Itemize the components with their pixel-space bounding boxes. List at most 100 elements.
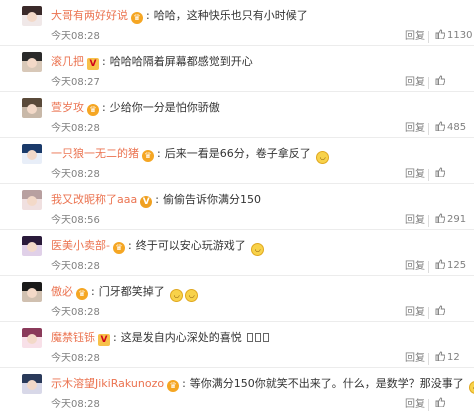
verified-badge-icon: V: [140, 196, 153, 208]
avatar[interactable]: [22, 98, 42, 118]
like-count: 485: [447, 122, 467, 133]
comment-text: 后来一看是66分，卷子拿反了: [164, 147, 311, 160]
comment-text: 哈哈，这种快乐也只有小时候了: [153, 9, 308, 22]
username-link[interactable]: 示木溶望JikiRakunozo: [51, 377, 164, 390]
crown-badge-icon: ♛: [87, 104, 99, 116]
username-link[interactable]: 萱岁攻: [51, 101, 84, 114]
divider: [428, 169, 429, 181]
comment-text: 等你满分150你就笑不出来了。什么，是数学？那没事了: [189, 377, 464, 390]
comment-time: 今天08:28: [51, 399, 100, 410]
reply-button[interactable]: 回复: [405, 399, 425, 411]
crown-badge-icon: ♛: [131, 12, 143, 24]
like-button[interactable]: 291: [435, 213, 466, 225]
like-button[interactable]: 12: [435, 351, 460, 363]
username-link[interactable]: 一只狼一无二的猪: [51, 147, 139, 160]
divider: [428, 261, 429, 273]
reply-button[interactable]: 回复: [405, 307, 425, 319]
reply-button[interactable]: 回复: [405, 77, 425, 89]
avatar[interactable]: [22, 6, 42, 26]
username-link[interactable]: 魔禁钰铄: [51, 331, 95, 344]
thumbs-up-icon: [435, 351, 445, 361]
like-button[interactable]: [435, 167, 447, 179]
comment-item: 魔禁钰铄 V: 这是发自内心深处的喜悦 今天08:28 回复 12: [0, 322, 474, 368]
username-link[interactable]: 大哥有两好好说: [51, 9, 128, 22]
like-count: 12: [447, 352, 460, 363]
avatar[interactable]: [22, 236, 42, 256]
laughing-emoji-icon: ◡: [469, 381, 474, 394]
divider: [428, 123, 429, 135]
thumbs-up-icon: [435, 167, 445, 177]
reply-button[interactable]: 回复: [405, 261, 425, 273]
missing-glyph-icon: [255, 333, 262, 342]
comment-item: 一只狼一无二的猪 ♛: 后来一看是66分，卷子拿反了 ◡ 今天08:28 回复: [0, 138, 474, 184]
comment-item: 大哥有两好好说 ♛: 哈哈，这种快乐也只有小时候了 今天08:28 回复 1130: [0, 0, 474, 46]
like-button[interactable]: 485: [435, 121, 466, 133]
comment-time: 今天08:28: [51, 353, 100, 364]
like-button[interactable]: 125: [435, 259, 466, 271]
like-button[interactable]: [435, 397, 447, 409]
username-link[interactable]: 医美小卖部-: [51, 239, 110, 252]
comment-text: 门牙都笑掉了: [98, 285, 165, 298]
comment-item: 示木溶望JikiRakunozo ♛: 等你满分150你就笑不出来了。什么，是数学？…: [0, 368, 474, 412]
vip-badge-icon: V: [98, 334, 110, 346]
comment-time: 今天08:28: [51, 169, 100, 180]
reply-button[interactable]: 回复: [405, 31, 425, 43]
like-button[interactable]: [435, 75, 447, 87]
missing-glyph-icon: [263, 333, 270, 342]
comment-text: 这是发自内心深处的喜悦: [120, 331, 242, 344]
comment-list: 大哥有两好好说 ♛: 哈哈，这种快乐也只有小时候了 今天08:28 回复 1130 …: [0, 0, 474, 412]
username-link[interactable]: 傲必: [51, 285, 73, 298]
reply-button[interactable]: 回复: [405, 353, 425, 365]
laughing-emoji-icon: ◡: [185, 289, 199, 302]
comment-time: 今天08:28: [51, 261, 100, 272]
crown-badge-icon: ♛: [142, 150, 154, 162]
laughing-emoji-icon: ◡: [251, 243, 265, 256]
avatar[interactable]: [22, 52, 42, 72]
comment-item: 我又改昵称了aaa V: 偷偷告诉你满分150 今天08:56 回复 291: [0, 184, 474, 230]
like-button[interactable]: 1130: [435, 29, 472, 41]
divider: [428, 215, 429, 227]
avatar[interactable]: [22, 282, 42, 302]
comment-time: 今天08:28: [51, 307, 100, 318]
laughing-emoji-icon: ◡: [316, 151, 330, 164]
missing-glyph-icon: [247, 333, 254, 342]
comment-text: 终于可以安心玩游戏了: [135, 239, 246, 252]
reply-button[interactable]: 回复: [405, 169, 425, 181]
username-link[interactable]: 滚几把: [51, 55, 84, 68]
comment-item: 萱岁攻 ♛: 少给你一分是怕你骄傲 今天08:28 回复 485: [0, 92, 474, 138]
thumbs-up-icon: [435, 305, 445, 315]
like-count: 1130: [447, 30, 473, 41]
vip-badge-icon: V: [87, 58, 99, 70]
comment-item: 傲必 ♛: 门牙都笑掉了 ◡ ◡ 今天08:28 回复: [0, 276, 474, 322]
divider: [428, 31, 429, 43]
reply-button[interactable]: 回复: [405, 215, 425, 227]
comment-item: 滚几把 V: 哈哈哈隔着屏幕都感觉到开心 今天08:27 回复: [0, 46, 474, 92]
comment-text: 偷偷告诉你满分150: [162, 193, 261, 206]
divider: [428, 353, 429, 365]
avatar[interactable]: [22, 144, 42, 164]
comment-time: 今天08:28: [51, 31, 100, 42]
username-link[interactable]: 我又改昵称了aaa: [51, 193, 137, 206]
like-count: 291: [447, 214, 467, 225]
reply-button[interactable]: 回复: [405, 123, 425, 135]
divider: [428, 77, 429, 89]
divider: [428, 399, 429, 411]
avatar[interactable]: [22, 374, 42, 394]
thumbs-up-icon: [435, 259, 445, 269]
thumbs-up-icon: [435, 397, 445, 407]
comment-text: 哈哈哈隔着屏幕都感觉到开心: [109, 55, 253, 68]
divider: [428, 307, 429, 319]
comment-text: 少给你一分是怕你骄傲: [109, 101, 220, 114]
comment-time: 今天08:27: [51, 77, 100, 88]
thumbs-up-icon: [435, 121, 445, 131]
comment-time: 今天08:56: [51, 215, 100, 226]
thumbs-up-icon: [435, 213, 445, 223]
laughing-emoji-icon: ◡: [170, 289, 184, 302]
crown-badge-icon: ♛: [167, 380, 180, 392]
avatar[interactable]: [22, 190, 42, 210]
like-button[interactable]: [435, 305, 447, 317]
avatar[interactable]: [22, 328, 42, 348]
thumbs-up-icon: [435, 75, 445, 85]
crown-badge-icon: ♛: [76, 288, 88, 300]
like-count: 125: [447, 260, 467, 271]
